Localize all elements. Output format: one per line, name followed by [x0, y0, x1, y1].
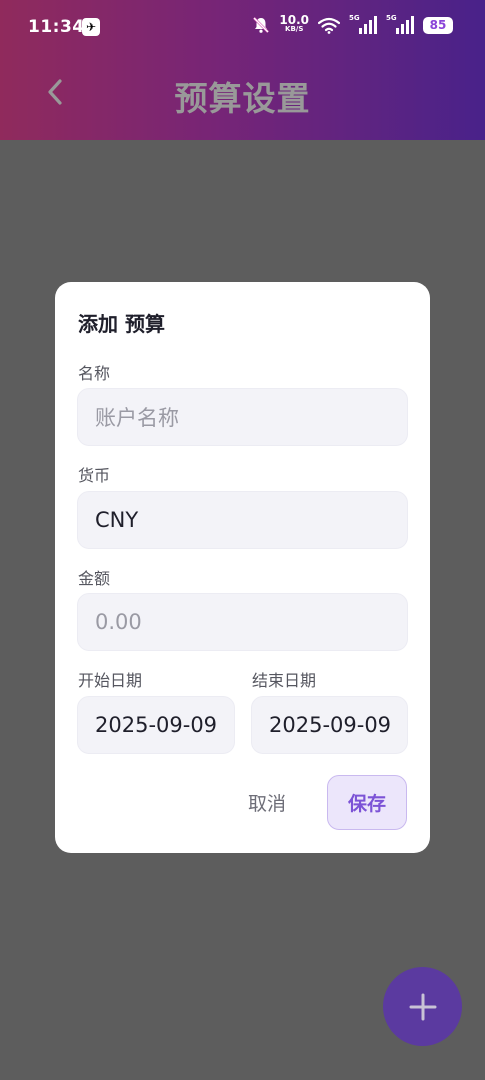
- currency-label: 货币: [78, 466, 111, 485]
- start-date-field[interactable]: 2025-09-09: [77, 696, 235, 754]
- name-field[interactable]: 账户名称: [77, 388, 408, 446]
- end-date-label: 结束日期: [252, 671, 317, 690]
- signal-5g-icon-2: 5G: [386, 14, 414, 34]
- amount-label: 金额: [78, 569, 111, 588]
- add-fab-button[interactable]: [383, 967, 462, 1046]
- mute-bell-icon: [253, 17, 270, 33]
- network-speed: 10.0 KB/S: [279, 13, 309, 34]
- wifi-icon: [318, 17, 340, 34]
- notification-app-icon: ✈: [82, 18, 100, 36]
- currency-field[interactable]: CNY: [77, 491, 408, 549]
- plus-icon: [409, 993, 436, 1020]
- status-bar: 11:34 ✈ 10.0 KB/S 5G 5G 85: [0, 0, 485, 56]
- save-button[interactable]: 保存: [327, 775, 407, 830]
- signal-5g-label-2: 5G: [386, 14, 397, 22]
- dialog-title: 添加 预算: [78, 312, 165, 336]
- add-budget-dialog: 添加 预算 名称 账户名称 货币 CNY 金额 0.00 开始日期 2025-0…: [55, 282, 430, 853]
- end-date-field[interactable]: 2025-09-09: [251, 696, 408, 754]
- screen: 预算设置 11:34 ✈ 10.0 KB/S 5G 5G 85 添加 预算 名称…: [0, 0, 485, 1080]
- signal-5g-icon-1: 5G: [349, 14, 377, 34]
- battery-icon: 85: [423, 16, 453, 34]
- status-time: 11:34: [28, 17, 85, 37]
- name-label: 名称: [78, 364, 111, 383]
- network-speed-value: 10.0: [279, 13, 309, 27]
- cancel-button[interactable]: 取消: [248, 789, 286, 816]
- signal-5g-label-1: 5G: [349, 14, 360, 22]
- status-indicators: 10.0 KB/S 5G 5G 85: [252, 13, 453, 34]
- battery-level: 85: [429, 18, 447, 32]
- network-speed-unit: KB/S: [285, 25, 304, 33]
- amount-field[interactable]: 0.00: [77, 593, 408, 651]
- start-date-label: 开始日期: [78, 671, 143, 690]
